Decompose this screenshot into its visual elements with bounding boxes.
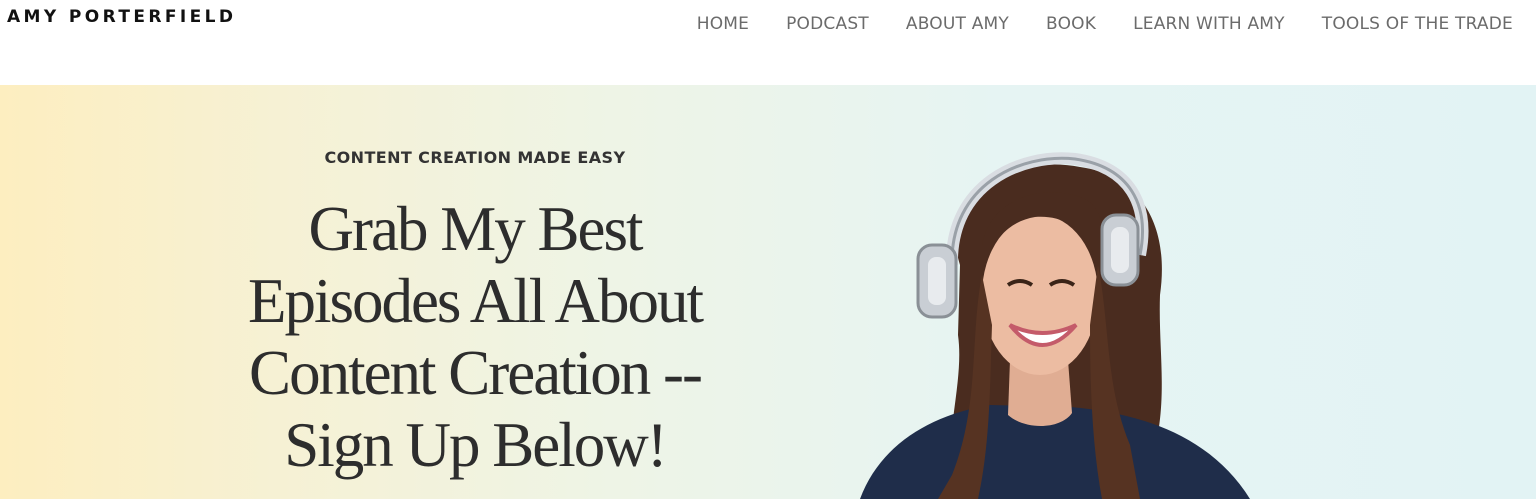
site-logo[interactable]: AMY PORTERFIELD (7, 7, 236, 27)
nav-podcast-link[interactable]: PODCAST (786, 13, 869, 35)
nav-learn-with-amy-link[interactable]: LEARN WITH AMY (1133, 13, 1285, 35)
headline-line: Content Creation -- (249, 338, 703, 408)
nav-tools-of-the-trade-link[interactable]: TOOLS OF THE TRADE (1322, 13, 1513, 35)
hero-headline: Grab My Best Episodes All About Content … (210, 193, 740, 481)
site-header: AMY PORTERFIELD HOME PODCAST ABOUT AMY B… (0, 0, 1536, 85)
headline-line: Grab My Best (308, 194, 644, 264)
headline-line: Episodes All About (247, 266, 704, 336)
hero-eyebrow: CONTENT CREATION MADE EASY (324, 148, 626, 167)
hero-portrait-image (860, 152, 1250, 499)
headline-line: Sign Up Below! (284, 410, 668, 480)
hero-section: CONTENT CREATION MADE EASY Grab My Best … (0, 85, 1536, 499)
nav-home-link[interactable]: HOME (697, 13, 749, 35)
nav-about-amy-link[interactable]: ABOUT AMY (906, 13, 1009, 35)
main-nav: HOME PODCAST ABOUT AMY BOOK LEARN WITH A… (697, 13, 1513, 35)
nav-book-link[interactable]: BOOK (1046, 13, 1096, 35)
